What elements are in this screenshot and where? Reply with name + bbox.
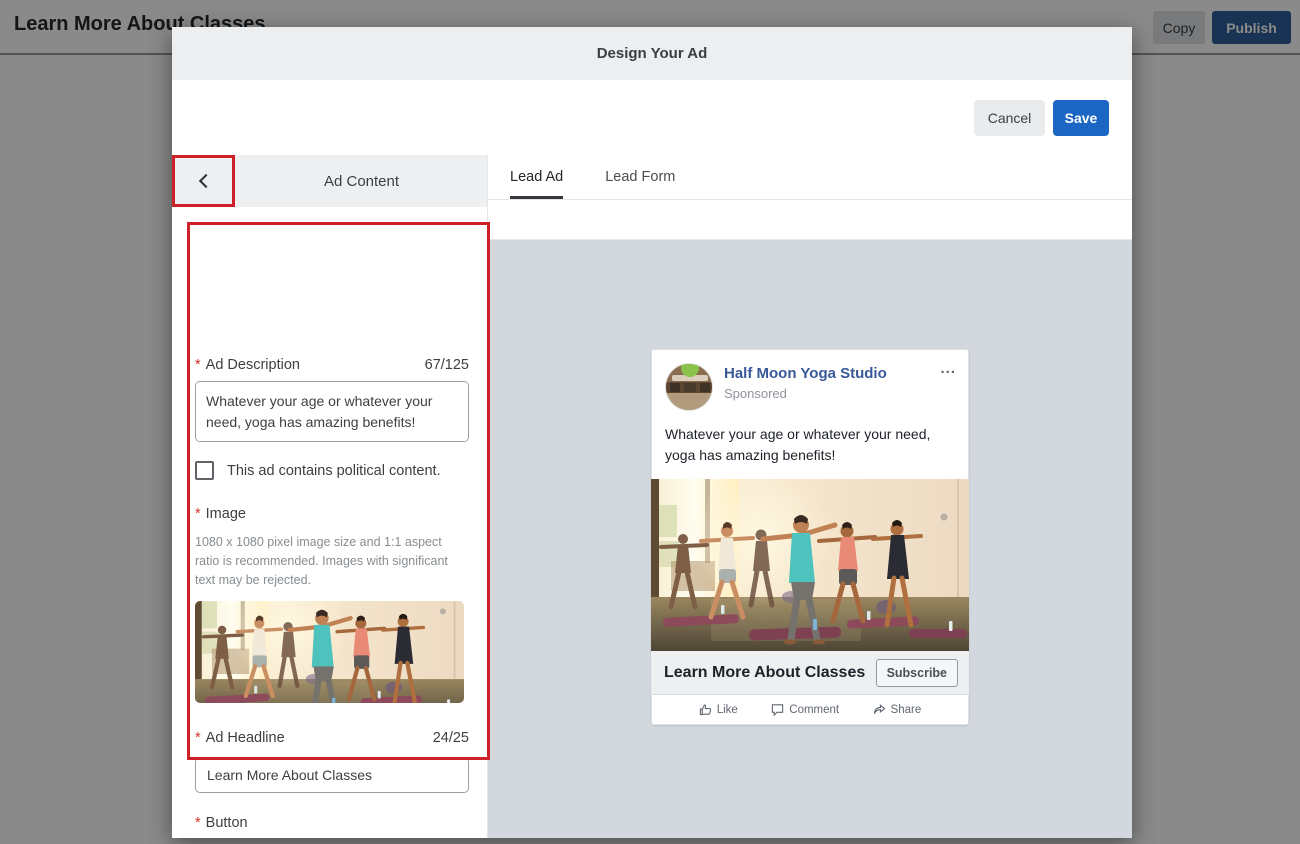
political-content-row: This ad contains political content.	[195, 461, 469, 480]
description-label: *Ad Description	[195, 357, 300, 373]
image-label-row: *Image	[195, 504, 469, 524]
thumbs-up-icon	[699, 703, 712, 716]
tab-lead-ad[interactable]: Lead Ad	[510, 155, 563, 199]
preview-subheader	[488, 200, 1132, 240]
headline-label-row: *Ad Headline 24/25	[195, 728, 469, 748]
image-helper-text: 1080 x 1080 pixel image size and 1:1 asp…	[195, 533, 467, 590]
fb-ad-headline: Learn More About Classes	[664, 664, 865, 682]
political-content-checkbox[interactable]	[195, 461, 214, 480]
headline-label: *Ad Headline	[195, 730, 285, 746]
fb-share-button[interactable]: Share	[873, 703, 922, 716]
preview-panel: Lead Ad Lead Form Half Moon Yoga Studio …	[488, 155, 1132, 838]
modal-header: Design Your Ad	[172, 27, 1132, 80]
description-input[interactable]: Whatever your age or whatever your need,…	[195, 381, 469, 442]
description-label-row: *Ad Description 67/125	[195, 355, 469, 375]
ellipsis-menu-icon[interactable]: ...	[940, 360, 956, 377]
back-button[interactable]	[172, 155, 235, 207]
ad-content-panel: Ad Content *Ad Description 67/125 Whatev…	[172, 155, 488, 838]
button-label: *Button	[195, 815, 248, 831]
fb-headline-row: Learn More About Classes Subscribe	[651, 651, 969, 694]
fb-comment-button[interactable]: Comment	[771, 703, 839, 716]
headline-counter: 24/25	[433, 730, 469, 746]
required-asterisk: *	[195, 815, 201, 831]
modal-toolbar: Cancel Save	[172, 80, 1132, 155]
fb-cta-button[interactable]: Subscribe	[876, 659, 958, 687]
fb-sponsored-label: Sponsored	[724, 386, 787, 401]
comment-icon	[771, 703, 784, 716]
facebook-ad-preview-card: Half Moon Yoga Studio Sponsored ... What…	[651, 349, 969, 725]
description-counter: 67/125	[425, 357, 469, 373]
avatar	[665, 363, 713, 411]
design-ad-modal: Design Your Ad Cancel Save Ad Content *A…	[172, 27, 1132, 838]
share-icon	[873, 703, 886, 716]
app-root: Learn More About Classes Copy Publish De…	[0, 0, 1300, 844]
required-asterisk: *	[195, 506, 201, 522]
fb-action-bar: Like Comment Share	[652, 694, 968, 724]
fb-card-header: Half Moon Yoga Studio Sponsored ...	[652, 350, 968, 418]
ad-content-header: Ad Content	[172, 155, 487, 207]
cancel-button[interactable]: Cancel	[974, 100, 1045, 136]
headline-input[interactable]	[195, 757, 469, 793]
preview-canvas: Half Moon Yoga Studio Sponsored ... What…	[488, 240, 1132, 838]
political-content-label: This ad contains political content.	[227, 463, 441, 479]
fb-page-name[interactable]: Half Moon Yoga Studio	[724, 365, 887, 382]
fb-ad-image	[651, 479, 969, 651]
modal-title: Design Your Ad	[597, 45, 708, 62]
required-asterisk: *	[195, 357, 201, 373]
image-label: *Image	[195, 506, 246, 522]
ad-image-thumbnail[interactable]	[195, 601, 464, 703]
required-asterisk: *	[195, 730, 201, 746]
save-button[interactable]: Save	[1053, 100, 1109, 136]
button-label-row: *Button	[195, 813, 469, 833]
ad-content-title: Ad Content	[235, 155, 488, 207]
tab-lead-form[interactable]: Lead Form	[605, 155, 675, 199]
fb-like-button[interactable]: Like	[699, 703, 738, 716]
fb-ad-text: Whatever your age or whatever your need,…	[652, 418, 968, 479]
preview-tabs: Lead Ad Lead Form	[488, 155, 1132, 200]
chevron-left-icon	[198, 174, 212, 188]
ad-content-form: *Ad Description 67/125 Whatever your age…	[195, 355, 469, 844]
